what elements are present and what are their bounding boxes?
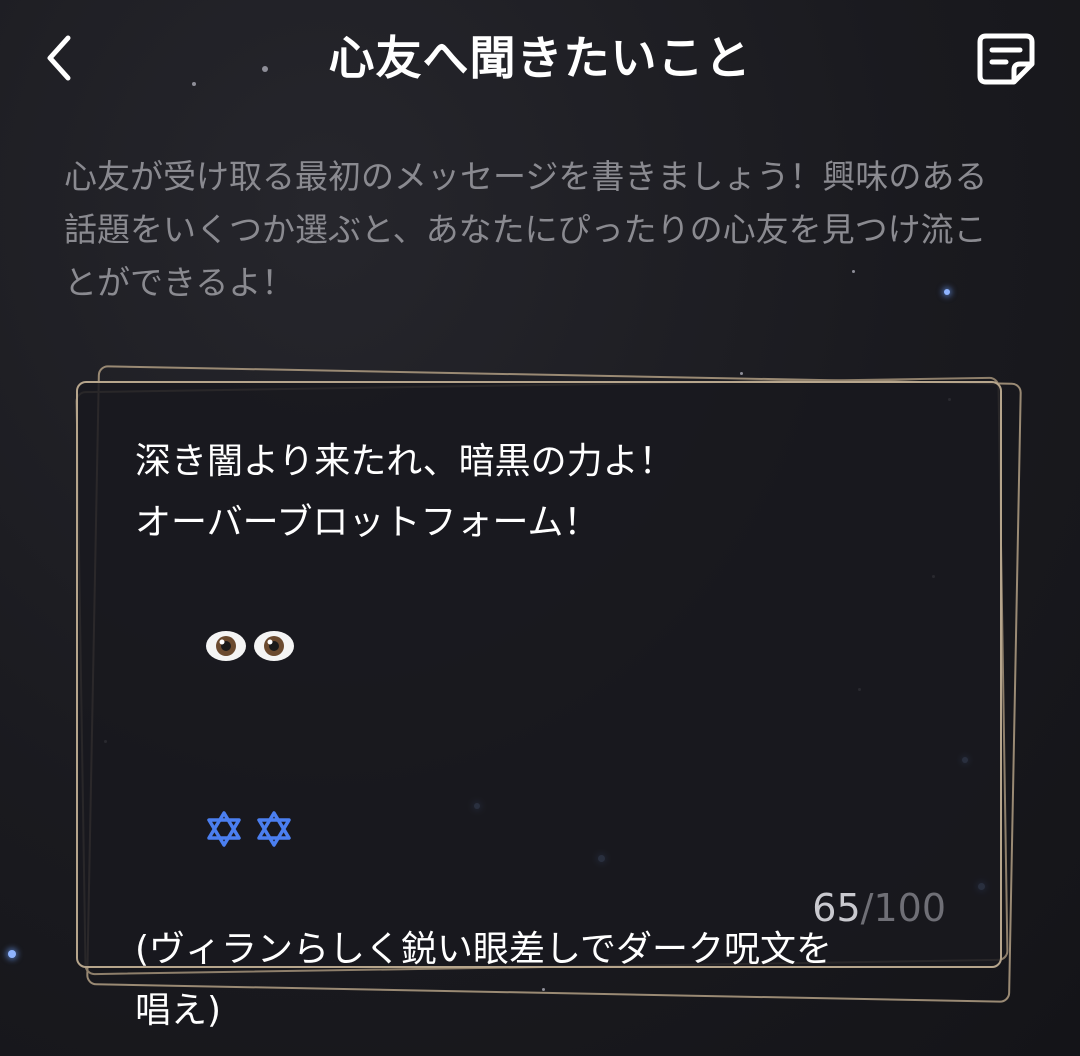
chevron-left-icon: [47, 35, 71, 81]
header: 心友へ聞きたいこと: [0, 0, 1080, 115]
message-line: 唱え): [135, 990, 222, 1031]
counter-separator: /: [860, 886, 874, 930]
eye-emoji-icon: [253, 631, 294, 661]
star-of-david-icon: [206, 811, 241, 847]
star: [740, 372, 743, 375]
counter-current: 65: [812, 886, 861, 930]
star: [8, 950, 16, 958]
message-line: [135, 553, 965, 736]
counter-max: 100: [873, 886, 946, 930]
page-title: 心友へ聞きたいこと: [328, 31, 752, 85]
eye-emoji-icon: [205, 631, 246, 661]
back-button[interactable]: [36, 28, 88, 88]
instruction-text: 心友が受け取る最初のメッセージを書きましょう！興味のある話題をいくつか選ぶと、あ…: [64, 157, 988, 302]
message-line: 深き闇より来たれ、暗黒の力よ！: [135, 441, 675, 482]
note-button[interactable]: [976, 30, 1038, 88]
message-textarea[interactable]: 深き闇より来たれ、暗黒の力よ！ オーバーブロットフォーム！ (ヴィランらしく鋭い…: [135, 431, 965, 1041]
star-of-david-icon: [256, 811, 291, 847]
character-counter: 65/100: [812, 883, 946, 933]
message-line: オーバーブロットフォーム！: [135, 502, 600, 543]
message-card[interactable]: 深き闇より来たれ、暗黒の力よ！ オーバーブロットフォーム！ (ヴィランらしく鋭い…: [76, 381, 1002, 1031]
note-icon: [977, 33, 1035, 85]
